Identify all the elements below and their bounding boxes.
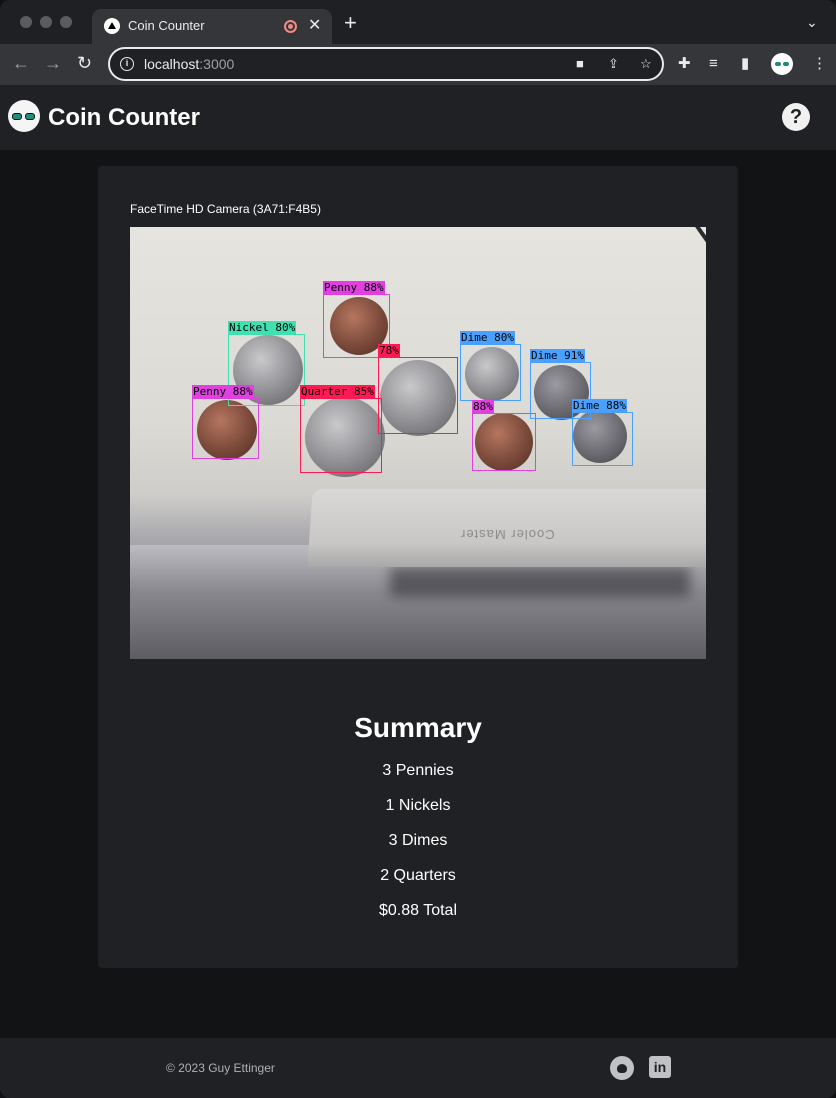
browser-toolbar: ← → ↻ i localhost:3000 ■ ⇪ ☆ ✚ ≡ ▮ ⋮: [0, 44, 836, 85]
github-icon[interactable]: [610, 1056, 634, 1080]
site-info-icon[interactable]: i: [120, 57, 134, 71]
detection-box: 88%: [472, 400, 536, 471]
media-queue-icon[interactable]: ≡: [709, 55, 718, 73]
detection-label: Nickel 80%: [228, 321, 297, 334]
detection-label: Dime 88%: [572, 399, 627, 412]
new-tab-button[interactable]: +: [344, 12, 357, 34]
tab-title: Coin Counter: [128, 18, 205, 33]
linkedin-icon[interactable]: in: [649, 1056, 671, 1078]
close-window-button[interactable]: [20, 16, 32, 28]
detection-label: 88%: [472, 400, 494, 413]
detection-box: Dime 88%: [572, 399, 633, 466]
page-footer: © 2023 Guy Ettinger in: [0, 1038, 836, 1098]
detection-box: Dime 80%: [460, 331, 521, 401]
menu-kebab-icon[interactable]: ⋮: [812, 55, 827, 73]
detection-box: 78%: [378, 344, 458, 434]
tab-search-chevron-icon[interactable]: ⌄: [806, 14, 818, 31]
recording-indicator-icon: [284, 20, 297, 33]
main-card: FaceTime HD Camera (3A71:F4B5) Cooler Ma…: [98, 166, 738, 968]
share-icon[interactable]: ⇪: [608, 56, 619, 72]
copyright-text: © 2023 Guy Ettinger: [166, 1061, 275, 1075]
profile-avatar[interactable]: [771, 53, 793, 75]
camera-feed: Cooler Master Penny 88% Nickel 80% 78% D: [130, 227, 706, 659]
detection-label: Penny 88%: [192, 385, 254, 398]
camera-label: FaceTime HD Camera (3A71:F4B5): [130, 202, 321, 216]
help-icon[interactable]: ?: [782, 103, 810, 131]
back-arrow-icon[interactable]: ←: [12, 53, 30, 73]
url-text[interactable]: localhost:3000: [144, 56, 234, 72]
detection-label: Penny 88%: [323, 281, 385, 294]
detection-box: Quarter 85%: [300, 385, 382, 473]
browser-window: Coin Counter ✕ + ⌄ ← → ↻ i localhost:300…: [0, 0, 836, 1098]
dimes-count: 3 Dimes: [388, 832, 448, 849]
app-title: Coin Counter: [48, 104, 200, 131]
tab-close-icon[interactable]: ✕: [308, 15, 321, 35]
nextjs-favicon-icon: [104, 18, 120, 34]
nickels-count: 1 Nickels: [385, 797, 451, 814]
reload-icon[interactable]: ↻: [77, 53, 92, 73]
bookmark-star-icon[interactable]: ☆: [640, 56, 652, 72]
cable-image: [669, 227, 706, 264]
minimize-window-button[interactable]: [40, 16, 52, 28]
detection-label: Quarter 85%: [300, 385, 375, 398]
summary-title: Summary: [354, 712, 482, 743]
tab-bar: Coin Counter ✕ + ⌄: [0, 0, 836, 44]
side-panel-icon[interactable]: ▮: [741, 55, 749, 73]
forward-arrow-icon[interactable]: →: [44, 53, 62, 73]
cooler-box-text: Cooler Master: [460, 527, 555, 542]
extensions-puzzle-icon[interactable]: ✚: [678, 55, 691, 73]
detection-label: Dime 91%: [530, 349, 585, 362]
maximize-window-button[interactable]: [60, 16, 72, 28]
detection-label: Dime 80%: [460, 331, 515, 344]
total-value: $0.88 Total: [379, 902, 457, 919]
pennies-count: 3 Pennies: [382, 762, 454, 779]
quarters-count: 2 Quarters: [380, 867, 456, 884]
detection-box: Penny 88%: [192, 385, 259, 459]
detection-label: 78%: [378, 344, 400, 357]
address-bar[interactable]: i localhost:3000 ■ ⇪ ☆: [108, 47, 664, 81]
sunglasses-logo-icon: [8, 100, 40, 132]
app-header: Coin Counter ?: [0, 85, 836, 150]
tab-coin-counter[interactable]: Coin Counter ✕: [92, 9, 332, 44]
camera-in-use-icon[interactable]: ■: [576, 56, 584, 71]
